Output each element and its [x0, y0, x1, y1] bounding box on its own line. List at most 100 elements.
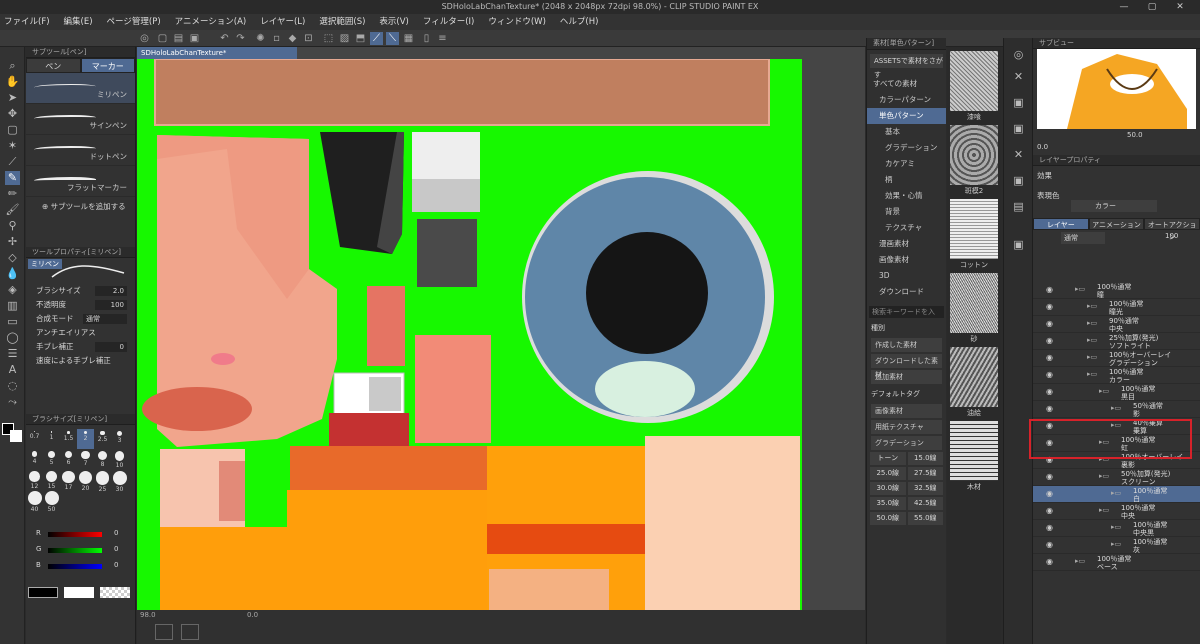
antialias-row[interactable]: アンチエイリアス	[26, 326, 135, 340]
layer-row[interactable]: ◉ ▸▭ 100％通常 ベース	[1033, 554, 1200, 571]
opacity-row[interactable]: 不透明度 100	[26, 298, 135, 312]
brush-size-option[interactable]: 2.5	[94, 429, 111, 449]
layer-row[interactable]: ◉ ▸▭ 100％オーバーレイ グラデーション	[1033, 350, 1200, 367]
material-tree-item[interactable]: ダウンロード	[867, 284, 946, 300]
fill-tool-icon[interactable]: ◈	[5, 283, 20, 297]
brush-size-option[interactable]: 25	[94, 469, 111, 493]
brush-item[interactable]: ドットペン	[26, 135, 135, 166]
gradient-tool-icon[interactable]: ▥	[5, 299, 20, 313]
material-thumb[interactable]: 斑模2	[950, 125, 998, 195]
select-tool-icon[interactable]: ▢	[5, 123, 20, 137]
speed-stabil-row[interactable]: 速度による手ブレ補正	[26, 354, 135, 368]
brush-item[interactable]: フラットマーカー	[26, 166, 135, 197]
tab-animation[interactable]: アニメーション	[1088, 218, 1145, 230]
figure-tool-icon[interactable]: ▭	[5, 315, 20, 329]
brush-size-option[interactable]: 7	[77, 449, 94, 469]
ruler-tool-icon[interactable]: ☰	[5, 347, 20, 361]
material-tree-item[interactable]: 基本	[867, 124, 946, 140]
eye-icon[interactable]: ◉	[1046, 540, 1053, 549]
tag-paper[interactable]: 用紙テクスチャ	[871, 420, 942, 434]
close-button[interactable]: ✕	[1166, 0, 1194, 14]
eye-icon[interactable]: ◉	[1046, 285, 1053, 294]
eye-icon[interactable]: ◉	[1046, 319, 1053, 328]
transform-icon[interactable]: ⊡	[302, 32, 315, 45]
color-mode-select[interactable]: カラー	[1071, 200, 1157, 212]
brush-size-option[interactable]: 4	[26, 449, 43, 469]
panel-icon[interactable]: ▣	[1011, 238, 1026, 252]
save-icon[interactable]: ▣	[188, 32, 201, 45]
opacity-value[interactable]: 100	[95, 300, 127, 310]
tone-button[interactable]: 50.0線	[870, 512, 906, 525]
menu-edit[interactable]: 編集(E)	[64, 14, 93, 30]
green-slider[interactable]	[48, 548, 102, 553]
blend-tool-icon[interactable]: 💧	[5, 267, 20, 281]
eye-icon[interactable]: ◉	[1046, 523, 1053, 532]
panel-icon[interactable]: ▣	[1011, 122, 1026, 136]
material-tree-item[interactable]: カラーパターン	[867, 92, 946, 108]
layer-row[interactable]: ◉ ▸▭ 100％通常瞳	[1033, 282, 1200, 299]
material-thumb[interactable]: コットン	[950, 199, 998, 269]
brush-size-option[interactable]: 10	[111, 449, 128, 469]
undo-icon[interactable]: ↶	[218, 32, 231, 45]
layer-row[interactable]: ◉ ▸▭ 100％通常 黒目	[1033, 384, 1200, 401]
eye-icon[interactable]: ◉	[1046, 404, 1053, 413]
brush-size-option[interactable]: 0.7	[26, 429, 43, 449]
panel-icon[interactable]: ▣	[1011, 96, 1026, 110]
material-tree-item[interactable]: カケアミ	[867, 156, 946, 172]
material-tree-item[interactable]: 漫画素材	[867, 236, 946, 252]
open-icon[interactable]: ▤	[172, 32, 185, 45]
subview-zoom[interactable]: 50.0	[1127, 131, 1143, 139]
tab-pen[interactable]: ペン	[26, 58, 81, 73]
main-color-chip[interactable]	[28, 587, 58, 598]
page-icon[interactable]	[155, 624, 173, 640]
clear-icon[interactable]: ▫	[270, 32, 283, 45]
redo-icon[interactable]: ↷	[234, 32, 247, 45]
layer-row[interactable]: ◉ ▸▭ 100％通常白	[1033, 486, 1200, 503]
material-thumb[interactable]: 木材	[950, 421, 998, 491]
material-thumb[interactable]: 油絵	[950, 347, 998, 417]
snap-ruler-icon[interactable]: ⟋	[370, 32, 383, 45]
material-tree-item[interactable]: テクスチャ	[867, 220, 946, 236]
stabilization-value[interactable]: 0	[95, 342, 127, 352]
kind-downloaded[interactable]: ダウンロードした素材	[871, 354, 942, 379]
tone-button[interactable]: 27.5線	[907, 467, 943, 480]
kind-created[interactable]: 作成した素材	[871, 338, 942, 352]
close-x-icon[interactable]: ✕	[1011, 148, 1026, 162]
invert-icon[interactable]: ▨	[338, 32, 351, 45]
deselect-icon[interactable]: ⬚	[322, 32, 335, 45]
eye-icon[interactable]: ◉	[1046, 353, 1053, 362]
tone-button[interactable]: 30.0線	[870, 482, 906, 495]
crop-icon[interactable]: ⬒	[354, 32, 367, 45]
material-tree-item[interactable]: 画像素材	[867, 252, 946, 268]
brush-size-option[interactable]: 3	[111, 429, 128, 449]
material-tree-item[interactable]: 3D	[867, 268, 946, 284]
layer-row[interactable]: ◉ ▸▭ 50％加算(発光) スクリーン	[1033, 469, 1200, 486]
pen-tool-icon[interactable]: ✎	[5, 171, 20, 185]
correct-line-tool-icon[interactable]: ⤳	[5, 395, 20, 409]
brush-size-row[interactable]: ブラシサイズ 2.0	[26, 284, 135, 298]
eye-icon[interactable]: ◉	[1046, 557, 1053, 566]
tone-button[interactable]: 55.0線	[907, 512, 943, 525]
menu-file[interactable]: ファイル(F)	[4, 14, 50, 30]
eye-icon[interactable]: ◉	[1046, 506, 1053, 515]
material-tree-item[interactable]: 背景	[867, 204, 946, 220]
brush-size-option[interactable]: 8	[94, 449, 111, 469]
brush-size-option[interactable]: 17	[60, 469, 77, 491]
brush-size-option[interactable]: 6	[60, 449, 77, 469]
menu-help[interactable]: ヘルプ(H)	[560, 14, 599, 30]
search-input[interactable]: 検索キーワードを入	[869, 306, 944, 318]
layer-row[interactable]: ◉ ▸▭ 25％加算(発光) ソフトライト	[1033, 333, 1200, 350]
brush-size-option[interactable]: 20	[77, 469, 94, 492]
tone-button[interactable]: 15.0線	[907, 452, 943, 465]
layer-row[interactable]: ◉ ▸▭ 100％通常 中央黒	[1033, 520, 1200, 537]
tone-button[interactable]: 42.5線	[907, 497, 943, 510]
frame-tool-icon[interactable]: ◯	[5, 331, 20, 345]
eye-icon[interactable]: ◉	[1046, 387, 1053, 396]
kind-added[interactable]: 追加素材	[871, 370, 942, 384]
maximize-button[interactable]: ▢	[1138, 0, 1166, 14]
app-icon[interactable]: ◎	[138, 32, 151, 45]
menu-view[interactable]: 表示(V)	[379, 14, 408, 30]
eraser-tool-icon[interactable]: ◇	[5, 251, 20, 265]
eye-icon[interactable]: ◉	[1046, 472, 1053, 481]
layer-row[interactable]: ◉ ▸▭ 90％通常 中央	[1033, 316, 1200, 333]
